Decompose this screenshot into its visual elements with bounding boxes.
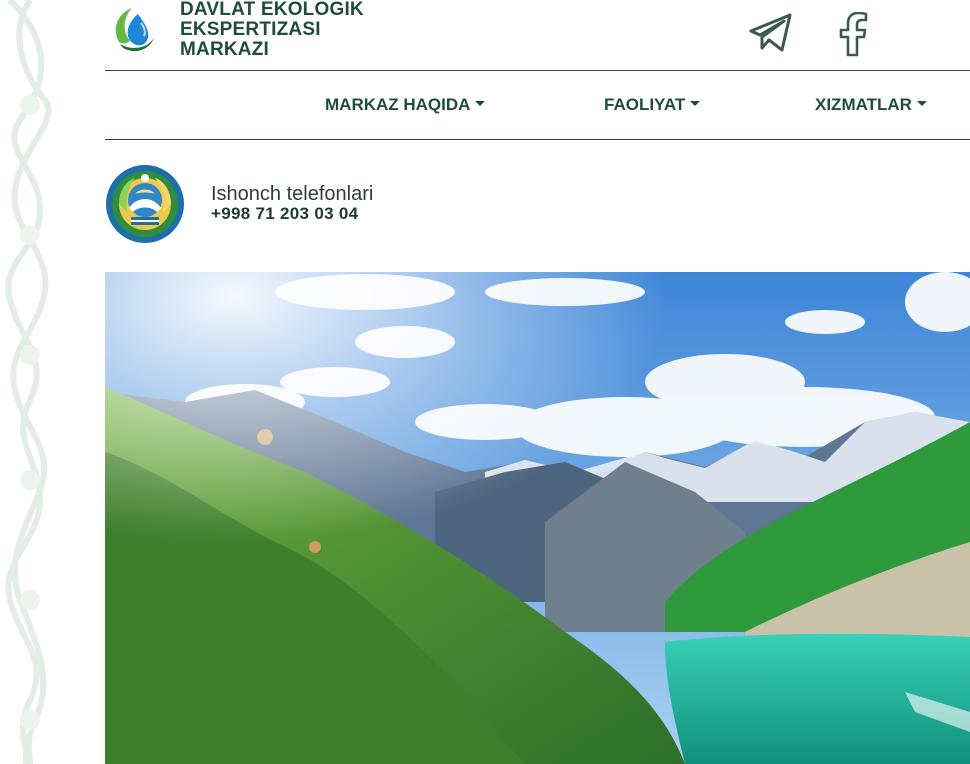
facebook-icon: [839, 11, 868, 57]
nav-item-markaz-haqida[interactable]: MARKAZ HAQIDA: [325, 95, 486, 115]
hotline-title: Ishonch telefonlari: [211, 183, 374, 205]
site-title: DAVLAT EKOLOGIK EKSPERTIZASI MARKAZI: [180, 0, 364, 60]
state-emblem-icon: [106, 165, 184, 243]
site-title-line-1: DAVLAT EKOLOGIK: [180, 0, 364, 20]
caret-down-icon: [475, 101, 486, 107]
drop-logo-icon: [111, 5, 159, 53]
mountain-lake-banner: [105, 272, 970, 764]
nav-item-label: MARKAZ HAQIDA: [325, 95, 471, 114]
telegram-link[interactable]: [748, 12, 794, 59]
nav-item-label: XIZMATLAR: [815, 95, 912, 114]
site-logo-link[interactable]: DAVLAT EKOLOGIK EKSPERTIZASI MARKAZI: [110, 0, 364, 60]
site-title-line-2: EKSPERTIZASI: [180, 19, 321, 40]
caret-down-icon: [690, 101, 701, 107]
caret-down-icon: [916, 101, 927, 107]
site-header: DAVLAT EKOLOGIK EKSPERTIZASI MARKAZI: [105, 0, 970, 71]
telegram-icon: [749, 13, 792, 52]
hero-banner: [105, 272, 970, 764]
site-title-line-3: MARKAZI: [180, 39, 269, 60]
side-ornament: [5, 0, 52, 764]
hotline-phone[interactable]: +998 71 203 03 04: [211, 205, 373, 223]
facebook-link[interactable]: [835, 11, 871, 63]
main-nav: MARKAZ HAQIDA FAOLIYAT XIZMATLAR: [105, 70, 970, 140]
nav-item-label: FAOLIYAT: [604, 95, 686, 114]
nav-item-faoliyat[interactable]: FAOLIYAT: [604, 95, 701, 115]
nav-item-xizmatlar[interactable]: XIZMATLAR: [815, 95, 927, 115]
hotline-text: Ishonch telefonlari +998 71 203 03 04: [211, 183, 373, 223]
hotline-block: Ishonch telefonlari +998 71 203 03 04: [105, 164, 373, 244]
